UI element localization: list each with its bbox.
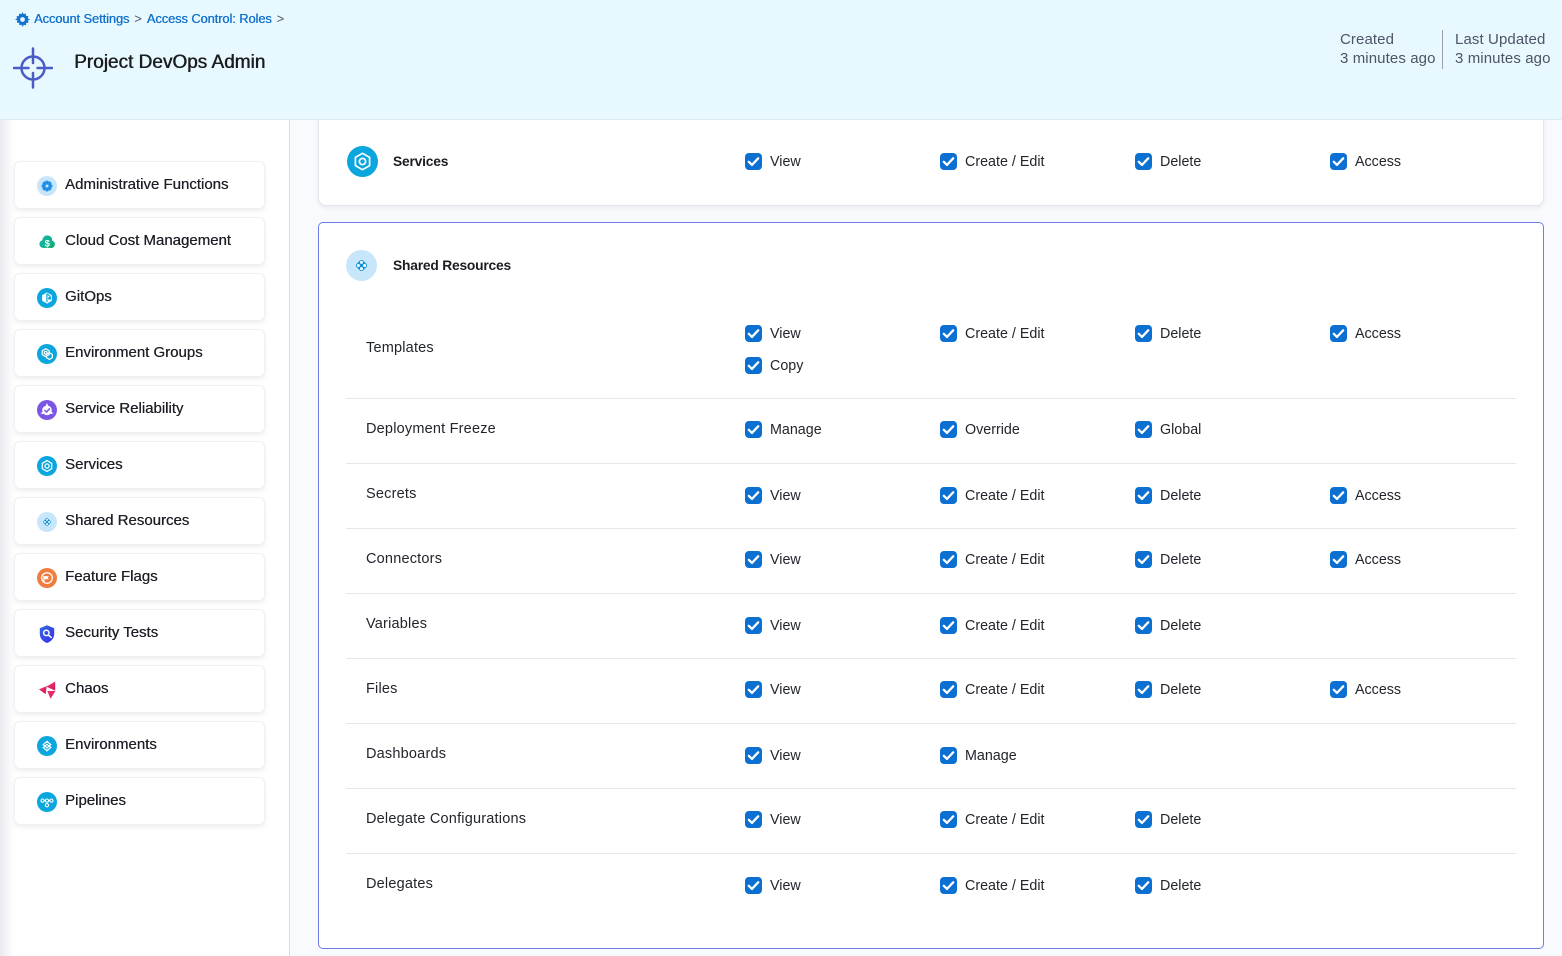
svg-text:$: $ <box>45 238 51 249</box>
